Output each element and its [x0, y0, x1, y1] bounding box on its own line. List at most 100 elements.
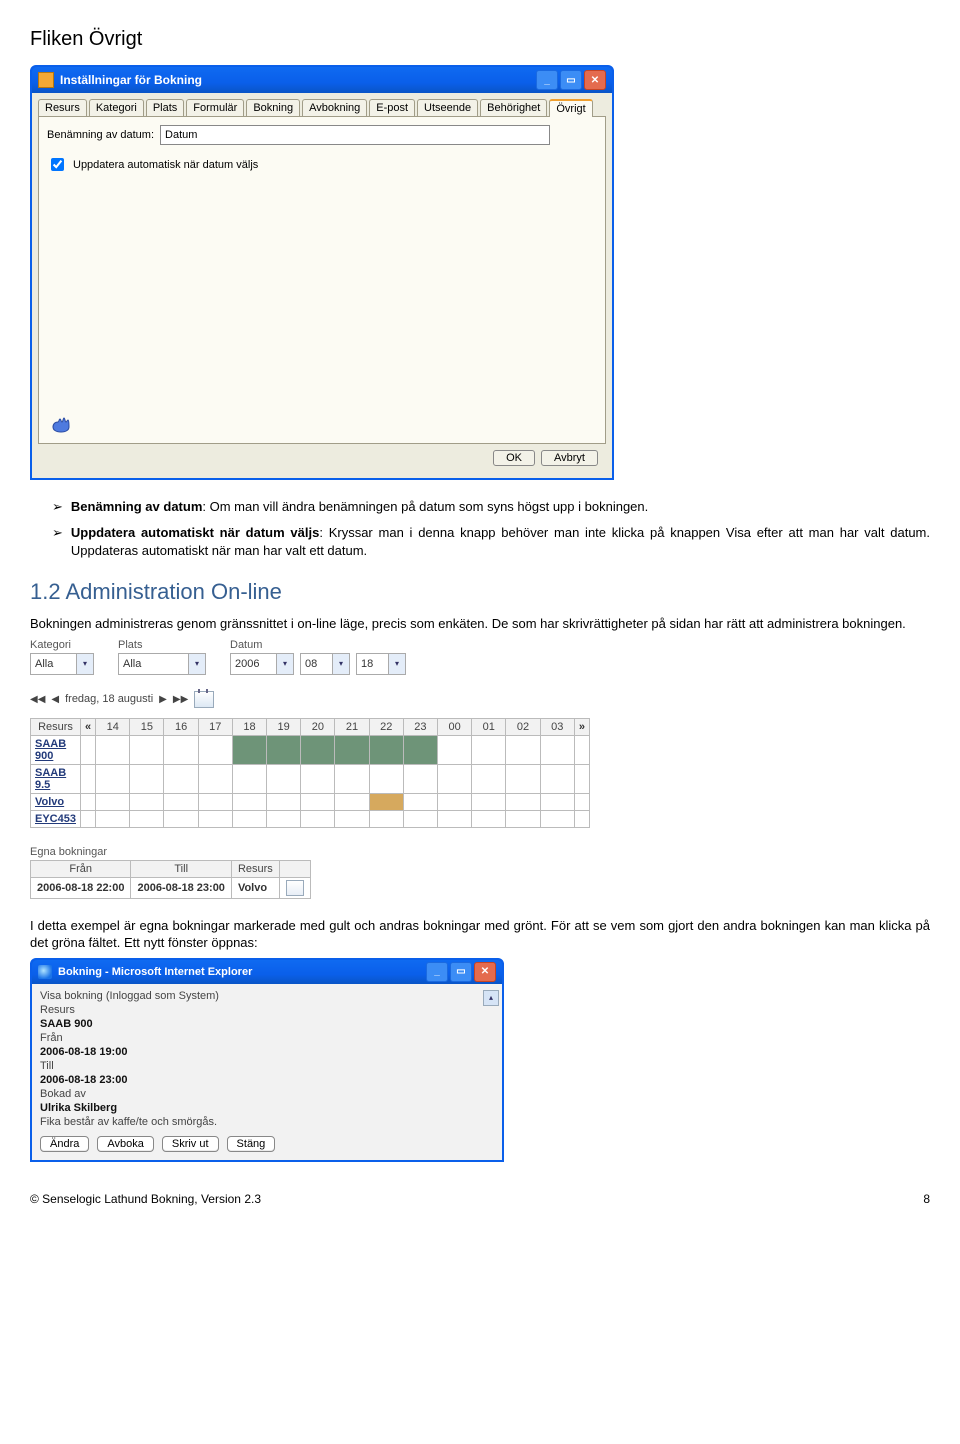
- next-icon[interactable]: ▶: [159, 694, 167, 705]
- time-cell[interactable]: [267, 764, 301, 793]
- date-month-select[interactable]: 08▾: [300, 653, 350, 675]
- date-year-select[interactable]: 2006▾: [230, 653, 294, 675]
- time-cell[interactable]: [130, 810, 164, 827]
- time-cell[interactable]: [540, 810, 574, 827]
- cell[interactable]: [80, 793, 95, 810]
- time-cell[interactable]: [403, 793, 437, 810]
- time-cell[interactable]: [472, 810, 506, 827]
- cell[interactable]: [574, 764, 589, 793]
- grid-prev-icon[interactable]: «: [80, 718, 95, 735]
- minimize-button[interactable]: _: [536, 70, 558, 90]
- grid-next-icon[interactable]: »: [574, 718, 589, 735]
- time-cell[interactable]: [267, 810, 301, 827]
- cell[interactable]: [574, 810, 589, 827]
- cell[interactable]: [80, 810, 95, 827]
- time-cell[interactable]: [472, 793, 506, 810]
- time-cell[interactable]: [232, 764, 266, 793]
- time-cell[interactable]: [301, 764, 335, 793]
- cancel-button[interactable]: Avbryt: [541, 450, 598, 466]
- time-cell[interactable]: [540, 793, 574, 810]
- time-cell[interactable]: [130, 735, 164, 764]
- prev-icon[interactable]: ◀: [51, 694, 59, 705]
- tab-kategori[interactable]: Kategori: [89, 99, 144, 117]
- time-cell[interactable]: [506, 810, 540, 827]
- time-cell[interactable]: [164, 793, 198, 810]
- time-cell[interactable]: [437, 793, 471, 810]
- next-fast-icon[interactable]: ▶▶: [173, 694, 188, 705]
- stäng-button[interactable]: Stäng: [227, 1136, 276, 1152]
- time-cell[interactable]: [506, 793, 540, 810]
- time-cell[interactable]: [164, 810, 198, 827]
- tab-formulär[interactable]: Formulär: [186, 99, 244, 117]
- time-cell[interactable]: [164, 764, 198, 793]
- time-cell[interactable]: [130, 764, 164, 793]
- time-cell[interactable]: [232, 793, 266, 810]
- time-cell[interactable]: [198, 764, 232, 793]
- time-cell[interactable]: [96, 764, 130, 793]
- time-cell[interactable]: [506, 764, 540, 793]
- time-cell[interactable]: [403, 810, 437, 827]
- time-cell[interactable]: [96, 810, 130, 827]
- time-cell[interactable]: [540, 735, 574, 764]
- time-cell[interactable]: [130, 793, 164, 810]
- resource-link[interactable]: EYC453: [31, 810, 81, 827]
- avboka-button[interactable]: Avboka: [97, 1136, 154, 1152]
- time-cell[interactable]: [472, 735, 506, 764]
- auto-update-checkbox[interactable]: [51, 158, 64, 171]
- tab-utseende[interactable]: Utseende: [417, 99, 478, 117]
- close-button[interactable]: ✕: [584, 70, 606, 90]
- tab-övrigt[interactable]: Övrigt: [549, 99, 592, 117]
- ok-button[interactable]: OK: [493, 450, 535, 466]
- filter-kategori[interactable]: Alla ▾: [30, 653, 94, 675]
- time-cell[interactable]: [232, 810, 266, 827]
- calendar-icon[interactable]: [194, 691, 214, 708]
- time-cell[interactable]: [369, 735, 403, 764]
- resource-link[interactable]: SAAB 9.5: [31, 764, 81, 793]
- ändra-button[interactable]: Ändra: [40, 1136, 89, 1152]
- time-cell[interactable]: [506, 735, 540, 764]
- time-cell[interactable]: [198, 810, 232, 827]
- date-day-select[interactable]: 18▾: [356, 653, 406, 675]
- resource-link[interactable]: SAAB 900: [31, 735, 81, 764]
- time-cell[interactable]: [335, 735, 369, 764]
- prev-fast-icon[interactable]: ◀◀: [30, 694, 45, 705]
- time-cell[interactable]: [96, 793, 130, 810]
- view-booking-icon[interactable]: [286, 880, 304, 896]
- tab-behörighet[interactable]: Behörighet: [480, 99, 547, 117]
- time-cell[interactable]: [369, 810, 403, 827]
- resource-link[interactable]: Volvo: [31, 793, 81, 810]
- time-cell[interactable]: [437, 764, 471, 793]
- time-cell[interactable]: [198, 793, 232, 810]
- time-cell[interactable]: [301, 810, 335, 827]
- cell[interactable]: [80, 735, 95, 764]
- skriv-ut-button[interactable]: Skriv ut: [162, 1136, 219, 1152]
- scroll-up-icon[interactable]: ▴: [483, 990, 499, 1006]
- tab-resurs[interactable]: Resurs: [38, 99, 87, 117]
- time-cell[interactable]: [437, 810, 471, 827]
- time-cell[interactable]: [437, 735, 471, 764]
- tab-bokning[interactable]: Bokning: [246, 99, 300, 117]
- tab-plats[interactable]: Plats: [146, 99, 184, 117]
- time-cell[interactable]: [472, 764, 506, 793]
- cell[interactable]: [80, 764, 95, 793]
- time-cell[interactable]: [96, 735, 130, 764]
- time-cell[interactable]: [301, 735, 335, 764]
- time-cell[interactable]: [403, 764, 437, 793]
- tab-e-post[interactable]: E-post: [369, 99, 415, 117]
- time-cell[interactable]: [369, 764, 403, 793]
- time-cell[interactable]: [232, 735, 266, 764]
- date-name-input[interactable]: [160, 125, 550, 145]
- cell[interactable]: [574, 793, 589, 810]
- filter-plats[interactable]: Alla ▾: [118, 653, 206, 675]
- time-cell[interactable]: [540, 764, 574, 793]
- time-cell[interactable]: [267, 793, 301, 810]
- popup-maximize-button[interactable]: ▭: [450, 962, 472, 982]
- time-cell[interactable]: [301, 793, 335, 810]
- time-cell[interactable]: [198, 735, 232, 764]
- time-cell[interactable]: [335, 764, 369, 793]
- cell[interactable]: [574, 735, 589, 764]
- own-action-cell[interactable]: [279, 877, 310, 898]
- popup-close-button[interactable]: ✕: [474, 962, 496, 982]
- time-cell[interactable]: [267, 735, 301, 764]
- time-cell[interactable]: [335, 810, 369, 827]
